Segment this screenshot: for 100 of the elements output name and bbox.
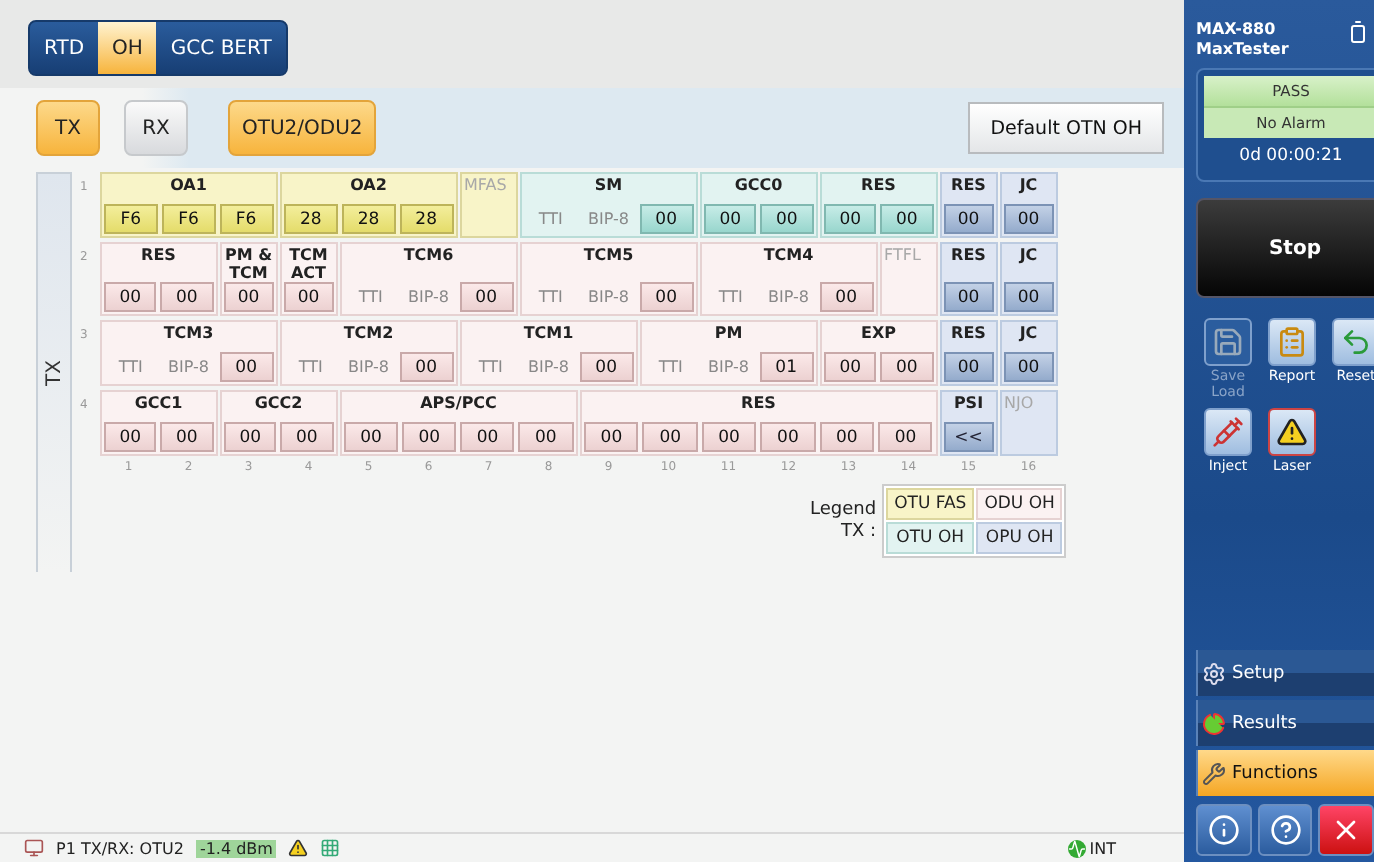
byte-value[interactable]: F6 xyxy=(161,204,216,234)
byte-value[interactable]: 00 xyxy=(579,352,633,382)
legend-item: OPU OH xyxy=(976,522,1063,554)
field-title: APS/PCC xyxy=(420,394,497,412)
byte-label: TTI xyxy=(716,286,745,310)
field-title: RES xyxy=(951,246,986,264)
field-title: SM xyxy=(594,176,623,194)
byte-value[interactable]: 00 xyxy=(460,422,515,452)
port-status: P1 TX/RX: OTU2 xyxy=(56,839,184,857)
byte-label: BIP-8 xyxy=(706,356,751,380)
field-title: PSI xyxy=(953,394,984,412)
field-title: JC xyxy=(1019,176,1038,194)
device-name: MaxTester xyxy=(1196,40,1289,60)
byte-value[interactable]: 00 xyxy=(344,422,399,452)
nav-button[interactable]: Results xyxy=(1196,700,1374,746)
field-title: TCM3 xyxy=(163,324,214,342)
byte-value[interactable]: 00 xyxy=(224,422,277,452)
legend-item: ODU OH xyxy=(976,488,1063,520)
byte-value[interactable]: F6 xyxy=(104,204,158,234)
tab[interactable]: GCC BERT xyxy=(156,22,286,74)
byte-value[interactable]: 00 xyxy=(1004,204,1053,234)
byte-label: BIP-8 xyxy=(526,356,571,380)
byte-value[interactable]: 00 xyxy=(104,282,157,312)
close-button[interactable] xyxy=(1318,804,1374,856)
byte-value[interactable]: 00 xyxy=(704,204,757,234)
default-oh-button[interactable]: Default OTN OH xyxy=(968,102,1164,154)
byte-label: BIP-8 xyxy=(766,286,811,310)
clock-source: INT xyxy=(1067,839,1116,857)
wrench-icon xyxy=(1202,761,1226,785)
tab[interactable]: RTD xyxy=(30,22,99,74)
direction-tab[interactable]: RX xyxy=(124,100,188,156)
byte-label: TTI xyxy=(656,356,685,380)
byte-value[interactable]: 00 xyxy=(824,352,877,382)
byte-value[interactable]: 00 xyxy=(584,422,639,452)
byte-label: TTI xyxy=(536,286,565,310)
byte-label: BIP-8 xyxy=(346,356,391,380)
byte-value[interactable]: 00 xyxy=(160,422,213,452)
byte-value[interactable]: 00 xyxy=(642,422,698,452)
info-button[interactable] xyxy=(1196,804,1252,856)
field-title: TCM6 xyxy=(403,246,454,264)
byte-value[interactable]: 00 xyxy=(944,352,993,382)
byte-value[interactable]: 00 xyxy=(760,204,813,234)
field-title: PM xyxy=(714,324,743,342)
byte-value[interactable]: 00 xyxy=(944,282,993,312)
byte-value[interactable]: 28 xyxy=(284,204,338,234)
field-title: GCC2 xyxy=(254,394,303,412)
tab[interactable]: OH xyxy=(98,22,157,74)
field-title: RES xyxy=(951,176,986,194)
pie-chart-icon xyxy=(1202,711,1226,735)
byte-value[interactable]: 00 xyxy=(399,352,453,382)
field-title: OA2 xyxy=(350,176,387,194)
byte-value[interactable]: 00 xyxy=(878,422,933,452)
byte-value[interactable]: 00 xyxy=(518,422,573,452)
byte-value[interactable]: 00 xyxy=(880,352,933,382)
stop-button[interactable]: Stop xyxy=(1196,198,1374,298)
byte-value[interactable]: 00 xyxy=(639,204,693,234)
byte-value[interactable]: 00 xyxy=(219,352,273,382)
byte-value[interactable]: 00 xyxy=(284,282,333,312)
byte-value[interactable]: 00 xyxy=(944,204,993,234)
field-title: TCM4 xyxy=(763,246,814,264)
test-timer: 0d 00:00:21 xyxy=(1239,146,1343,170)
byte-value[interactable]: 00 xyxy=(701,422,757,452)
byte-value[interactable]: 00 xyxy=(760,422,816,452)
byte-value[interactable]: 00 xyxy=(1004,282,1053,312)
byte-value[interactable]: 00 xyxy=(880,204,933,234)
field-title: PM & TCM xyxy=(224,246,273,282)
nav-button[interactable]: Functions xyxy=(1196,750,1374,796)
syringe-icon xyxy=(1212,416,1244,448)
legend-item: OTU FAS xyxy=(886,488,975,520)
direction-tab[interactable]: TX xyxy=(36,100,100,156)
byte-value[interactable]: 00 xyxy=(639,282,693,312)
byte-value[interactable]: 00 xyxy=(459,282,513,312)
byte-value[interactable]: 00 xyxy=(402,422,457,452)
legend-title: Legend xyxy=(810,499,877,521)
save-icon xyxy=(1212,326,1244,358)
byte-value[interactable]: 00 xyxy=(280,422,333,452)
device-model: MAX-880 xyxy=(1196,20,1278,40)
help-button[interactable] xyxy=(1257,804,1313,856)
field-title: TCM5 xyxy=(583,246,634,264)
legend-item: OTU OH xyxy=(886,522,975,554)
byte-value[interactable]: 28 xyxy=(399,204,453,234)
byte-value[interactable]: 00 xyxy=(104,422,157,452)
legend-subtitle: TX : xyxy=(841,521,877,543)
signal-button[interactable]: OTU2/ODU2 xyxy=(228,100,377,156)
byte-label: TTI xyxy=(116,356,145,380)
byte-value[interactable]: 00 xyxy=(224,282,273,312)
byte-value[interactable]: 01 xyxy=(759,352,813,382)
byte-value[interactable]: 00 xyxy=(160,282,213,312)
byte-value[interactable]: 00 xyxy=(819,282,873,312)
undo-icon xyxy=(1340,326,1372,358)
nav-button[interactable]: Setup xyxy=(1196,650,1374,696)
byte-value[interactable]: 00 xyxy=(819,422,875,452)
byte-label: TTI xyxy=(476,356,505,380)
byte-value[interactable]: 00 xyxy=(1004,352,1053,382)
byte-value[interactable]: 00 xyxy=(824,204,877,234)
byte-value[interactable]: 28 xyxy=(341,204,396,234)
settings-icon xyxy=(1202,661,1226,685)
clock-icon xyxy=(1067,839,1086,857)
expand-button[interactable]: << xyxy=(944,422,993,452)
byte-value[interactable]: F6 xyxy=(219,204,273,234)
